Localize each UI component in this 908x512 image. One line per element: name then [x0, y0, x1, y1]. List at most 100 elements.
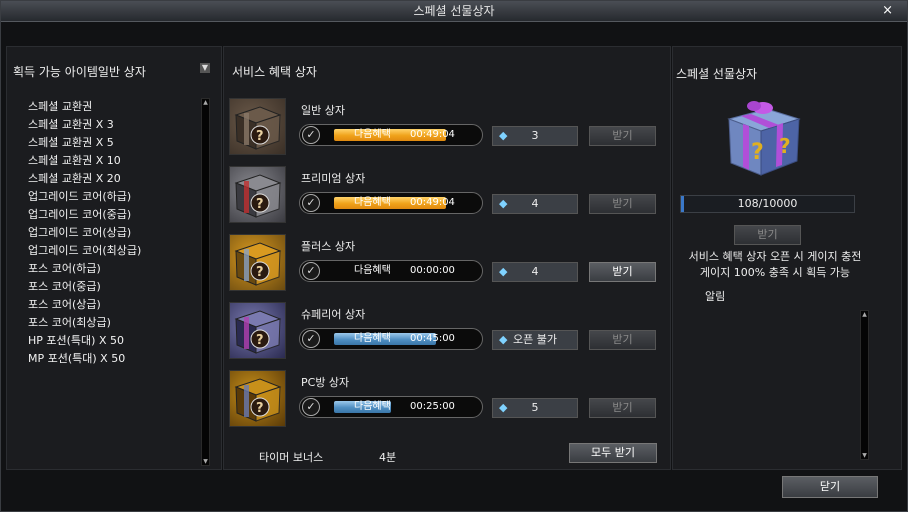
alarm-label: 알림 [705, 290, 726, 303]
timer-label: 다음혜택 [354, 129, 391, 140]
gem-icon: ◆ [499, 401, 508, 414]
timer-time: 00:45:00 [410, 333, 455, 344]
description-line-2: 게이지 100% 충족 시 획득 가능 [699, 266, 851, 279]
scroll-up-icon[interactable]: ▲ [202, 99, 209, 106]
close-icon[interactable]: × [882, 1, 893, 21]
obtainable-item: HP 포션(특대) X 50 [28, 334, 124, 347]
receive-button[interactable]: 받기 [589, 262, 656, 282]
clock-icon: ✓ [302, 194, 320, 212]
description-line-1: 서비스 혜택 상자 오픈 시 게이지 충전 [688, 250, 862, 263]
gem-count: ◆ 4 [492, 262, 578, 282]
gift-box-icon: ? [234, 378, 282, 422]
obtainable-item: 스페셜 교환권 X 3 [28, 118, 114, 131]
item-list-scrollbar[interactable]: ▲ ▼ [201, 98, 210, 466]
box-name: 플러스 상자 [301, 240, 356, 253]
obtainable-item: 스페셜 교환권 X 20 [28, 172, 121, 185]
obtainable-item: 업그레이드 코어(최상급) [28, 244, 142, 257]
special-box-description: 서비스 혜택 상자 오픈 시 게이지 충전 게이지 100% 충족 시 획득 가… [675, 249, 875, 281]
timer-label: 다음혜택 [354, 401, 391, 412]
gem-count: ◆ 3 [492, 126, 578, 146]
receive-button[interactable]: 받기 [589, 194, 656, 214]
gem-value: 오픈 불가 [513, 333, 557, 346]
box-timer: ✓ 다음혜택 00:49:04 [299, 124, 483, 146]
scroll-down-icon[interactable]: ▼ [861, 452, 868, 459]
obtainable-item: 업그레이드 코어(상급) [28, 226, 132, 239]
special-gift-box-icon: ? ? [727, 101, 801, 176]
box-name: 슈페리어 상자 [301, 308, 366, 321]
timer-time: 00:49:04 [410, 129, 455, 140]
clock-icon: ✓ [302, 262, 320, 280]
gem-value: 4 [531, 197, 539, 210]
gem-count: ◆ 4 [492, 194, 578, 214]
gem-count: ◆ 5 [492, 398, 578, 418]
window-title: 스페셜 선물상자 [413, 4, 495, 18]
gem-icon: ◆ [499, 129, 508, 142]
gem-value: 3 [531, 129, 539, 142]
box-timer: ✓ 다음혜택 00:49:04 [299, 192, 483, 214]
box-thumbnail: ? [229, 234, 286, 291]
box-timer: ✓ 다음혜택 00:25:00 [299, 396, 483, 418]
gem-value: 5 [531, 401, 539, 414]
service-box-header: 서비스 혜택 상자 [232, 65, 317, 79]
clock-icon: ✓ [302, 126, 320, 144]
obtainable-item: 포스 코어(중급) [28, 280, 101, 293]
receive-all-button[interactable]: 모두 받기 [569, 443, 657, 463]
receive-button[interactable]: 받기 [589, 126, 656, 146]
gem-count: ◆ 오픈 불가 [492, 330, 578, 350]
obtainable-item-list: 스페셜 교환권 스페셜 교환권 X 3 스페셜 교환권 X 5 스페셜 교환권 X 1… [28, 98, 141, 368]
title-bar[interactable]: 스페셜 선물상자 × [1, 1, 907, 22]
box-name: PC방 상자 [301, 376, 350, 389]
obtainable-item: 포스 코어(상급) [28, 298, 101, 311]
box-name: 일반 상자 [301, 104, 345, 117]
obtainable-item: MP 포션(특대) X 50 [28, 352, 126, 365]
scroll-up-icon[interactable]: ▲ [861, 311, 868, 318]
special-receive-button[interactable]: 받기 [734, 225, 801, 245]
gem-icon: ◆ [499, 265, 508, 278]
svg-text:?: ? [256, 265, 264, 280]
clock-icon: ✓ [302, 330, 320, 348]
service-box-row: ? 일반 상자 ✓ 다음혜택 00:49:04 ◆ 3 받기 [229, 98, 659, 156]
special-gift-box-window: 스페셜 선물상자 × 획득 가능 아이템일반 상자 ▼ 스페셜 교환권스페셜 교… [0, 0, 908, 512]
gift-box-icon: ? [234, 174, 282, 218]
timer-label: 다음혜택 [354, 333, 391, 344]
receive-button[interactable]: 받기 [589, 398, 656, 418]
close-button[interactable]: 닫기 [782, 476, 878, 498]
box-thumbnail: ? [229, 98, 286, 155]
obtainable-item: 스페셜 교환권 [28, 100, 93, 113]
item-list-header: 획득 가능 아이템일반 상자 [13, 65, 146, 79]
box-timer: ✓ 다음혜택 00:00:00 [299, 260, 483, 282]
clock-icon: ✓ [302, 398, 320, 416]
svg-text:?: ? [751, 140, 764, 165]
box-name: 프리미엄 상자 [301, 172, 366, 185]
timer-bonus-value: 4분 [379, 451, 397, 464]
timer-time: 00:25:00 [410, 401, 455, 412]
special-box-header: 스페셜 선물상자 [676, 67, 758, 81]
progress-fill [681, 196, 684, 212]
timer-time: 00:49:04 [410, 197, 455, 208]
gem-value: 4 [531, 265, 539, 278]
obtainable-item: 업그레이드 코어(하급) [28, 190, 132, 203]
special-box-progress-bar: 108/10000 [680, 195, 855, 213]
timer-label: 다음혜택 [354, 197, 391, 208]
obtainable-item: 포스 코어(하급) [28, 262, 101, 275]
scroll-down-icon[interactable]: ▼ [202, 458, 209, 465]
box-timer: ✓ 다음혜택 00:45:00 [299, 328, 483, 350]
svg-text:?: ? [256, 333, 264, 348]
gem-icon: ◆ [499, 333, 508, 346]
gift-box-icon: ? [234, 242, 282, 286]
gift-box-icon: ? [234, 310, 282, 354]
obtainable-item: 스페셜 교환권 X 10 [28, 154, 121, 167]
alarm-scrollbar[interactable]: ▲ ▼ [860, 310, 869, 460]
dropdown-arrow-icon[interactable]: ▼ [200, 63, 210, 73]
box-thumbnail: ? [229, 166, 286, 223]
service-box-row: ? 프리미엄 상자 ✓ 다음혜택 00:49:04 ◆ 4 받기 [229, 166, 659, 224]
timer-bonus-label: 타이머 보너스 [259, 451, 324, 464]
obtainable-item: 업그레이드 코어(중급) [28, 208, 132, 221]
receive-button[interactable]: 받기 [589, 330, 656, 350]
service-box-row: ? 플러스 상자 ✓ 다음혜택 00:00:00 ◆ 4 받기 [229, 234, 659, 292]
svg-text:?: ? [256, 401, 264, 416]
timer-time: 00:00:00 [410, 265, 455, 276]
svg-text:?: ? [256, 197, 264, 212]
service-box-row: ? PC방 상자 ✓ 다음혜택 00:25:00 ◆ 5 받기 [229, 370, 659, 428]
svg-text:?: ? [256, 129, 264, 144]
